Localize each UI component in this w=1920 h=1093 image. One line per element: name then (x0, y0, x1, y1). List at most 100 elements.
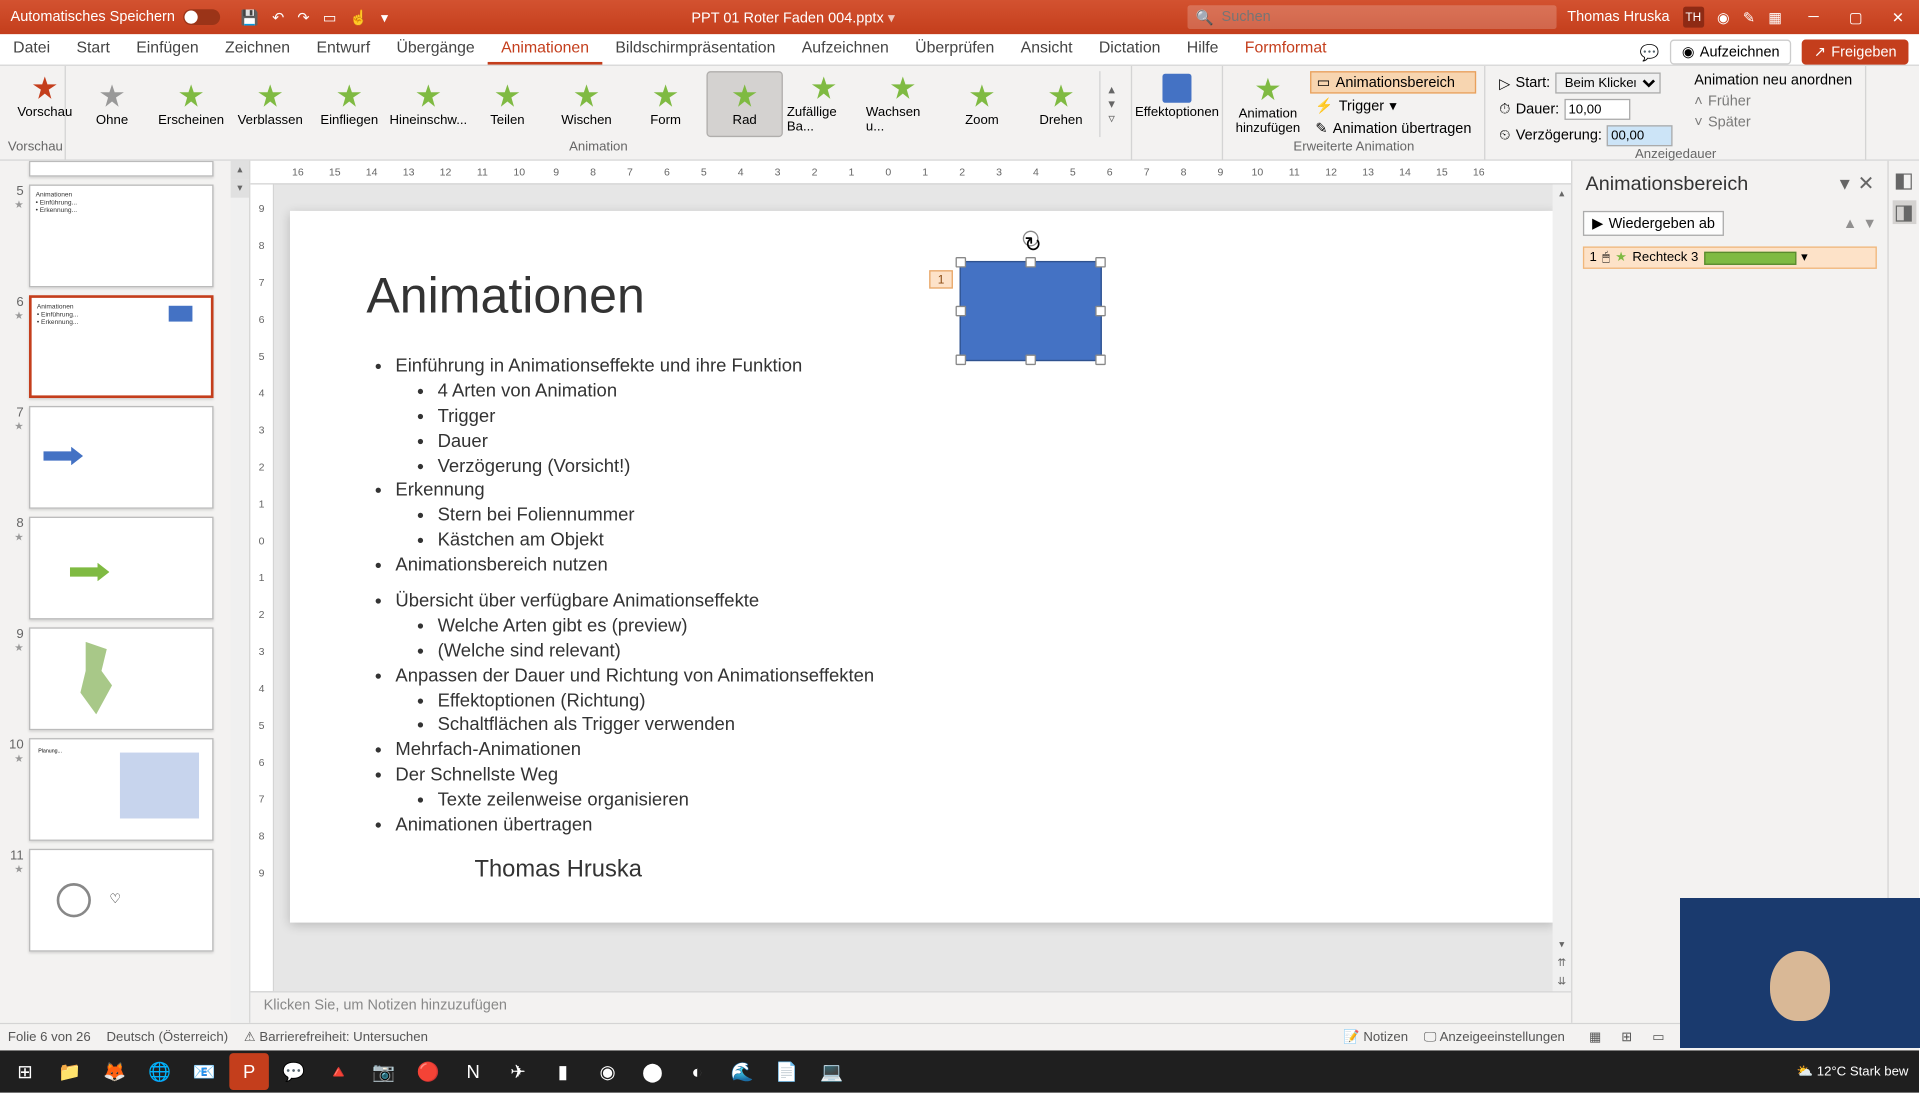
share-button[interactable]: ↗ Freigeben (1802, 40, 1908, 65)
canvas-scroll-down-icon[interactable]: ▾ (1553, 936, 1571, 954)
thumbnail-scrollbar[interactable]: ▴ ▾ (231, 161, 249, 1023)
slide-thumbnail-8[interactable] (29, 517, 214, 620)
resize-handle-w[interactable] (956, 306, 967, 317)
move-later-button[interactable]: ˅ Später (1689, 113, 1858, 131)
next-slide-icon[interactable]: ⇊ (1553, 973, 1571, 991)
slide-author[interactable]: Thomas Hruska (474, 855, 641, 883)
resize-handle-ne[interactable] (1095, 257, 1106, 268)
display-settings[interactable]: 🖵 Anzeigeeinstellungen (1424, 1030, 1565, 1044)
animation-list-item[interactable]: 1 🖱 ★ Rechteck 3 ▾ (1583, 246, 1877, 268)
animation-einfliegen[interactable]: Einfliegen (311, 71, 387, 137)
rectangle-shape[interactable]: 1 ↻ (960, 261, 1102, 361)
animation-wischen[interactable]: Wischen (548, 71, 624, 137)
tab-datei[interactable]: Datei (0, 33, 63, 65)
start-select[interactable]: Beim Klicken (1555, 72, 1660, 93)
redo-icon[interactable]: ↷ (297, 9, 309, 26)
slide-title[interactable]: Animationen (366, 269, 644, 326)
delay-input[interactable] (1607, 125, 1673, 146)
edge-icon[interactable]: 🌊 (722, 1053, 762, 1090)
item-menu-icon[interactable]: ▾ (1801, 250, 1808, 264)
comments-icon[interactable]: 💬 (1640, 43, 1660, 61)
slide-body[interactable]: Einführung in Animationseffekte und ihre… (369, 353, 874, 837)
user-avatar[interactable]: TH (1683, 7, 1704, 28)
draw-icon[interactable]: ✎ (1743, 9, 1755, 26)
gallery-more-button[interactable]: ▴▾▿ (1099, 71, 1123, 137)
animation-teilen[interactable]: Teilen (469, 71, 545, 137)
resize-handle-nw[interactable] (956, 257, 967, 268)
app-icon-7[interactable]: 📄 (767, 1053, 807, 1090)
animation-rad[interactable]: Rad (706, 71, 782, 137)
tab-entwurf[interactable]: Entwurf (303, 33, 383, 65)
normal-view-icon[interactable]: ▦ (1581, 1027, 1610, 1048)
slide-thumbnail-partial[interactable] (29, 161, 214, 177)
tab-hilfe[interactable]: Hilfe (1174, 33, 1232, 65)
animation-tag[interactable]: 1 (929, 270, 953, 288)
reading-view-icon[interactable]: ▭ (1644, 1027, 1673, 1048)
tab-überprüfen[interactable]: Überprüfen (902, 33, 1008, 65)
slide-counter[interactable]: Folie 6 von 26 (8, 1030, 91, 1044)
sorter-view-icon[interactable]: ⊞ (1612, 1027, 1641, 1048)
app-icon-1[interactable]: 💬 (274, 1053, 314, 1090)
resize-handle-s[interactable] (1025, 355, 1036, 366)
app-icon-6[interactable]: ◐ (677, 1053, 717, 1090)
animation-hineinschw[interactable]: Hineinschw... (390, 71, 466, 137)
trigger-button[interactable]: ⚡ Trigger ▾ (1310, 96, 1477, 116)
animation-painter-button[interactable]: ✎ Animation übertragen (1310, 119, 1477, 139)
notes-field[interactable]: Klicken Sie, um Notizen hinzuzufügen (250, 991, 1571, 1023)
pane-dropdown-icon[interactable]: ▾ (1840, 171, 1850, 195)
search-box[interactable]: 🔍 (1188, 5, 1557, 29)
app-icon-4[interactable]: ▮ (543, 1053, 583, 1090)
notes-toggle[interactable]: 📝 Notizen (1343, 1030, 1408, 1044)
move-down-icon[interactable]: ▼ (1862, 215, 1876, 231)
scroll-down-icon[interactable]: ▾ (231, 179, 249, 197)
tab-formformat[interactable]: Formformat (1232, 33, 1340, 65)
qat-more-icon[interactable]: ▾ (381, 9, 388, 26)
present-live-icon[interactable]: ▦ (1768, 9, 1782, 26)
weather-widget[interactable]: ⛅ 12°C Stark bew (1797, 1064, 1909, 1078)
powerpoint-icon[interactable]: P (229, 1053, 269, 1090)
prev-slide-icon[interactable]: ⇈ (1553, 954, 1571, 972)
play-from-button[interactable]: ▶ Wiedergeben ab (1583, 211, 1724, 236)
tab-start[interactable]: Start (63, 33, 123, 65)
animation-zuflligeba[interactable]: Zufällige Ba... (786, 71, 862, 137)
tab-zeichnen[interactable]: Zeichnen (212, 33, 303, 65)
app-icon-2[interactable]: 📷 (364, 1053, 404, 1090)
move-earlier-button[interactable]: ˄ Früher (1689, 92, 1858, 110)
animation-form[interactable]: Form (627, 71, 703, 137)
tab-dictation[interactable]: Dictation (1086, 33, 1174, 65)
outlook-icon[interactable]: 📧 (185, 1053, 225, 1090)
animation-verblassen[interactable]: Verblassen (232, 71, 308, 137)
undo-icon[interactable]: ↶ (272, 9, 284, 26)
search-input[interactable] (1222, 9, 1549, 25)
slide-thumbnail-6[interactable]: Animationen• Einführung...• Erkennung... (29, 295, 214, 398)
duration-input[interactable] (1565, 99, 1631, 120)
animation-ohne[interactable]: Ohne (74, 71, 150, 137)
move-up-icon[interactable]: ▲ (1843, 215, 1857, 231)
animation-pane-toggle[interactable]: ▭ Animationsbereich (1310, 71, 1477, 93)
tab-einfügen[interactable]: Einfügen (123, 33, 212, 65)
resize-handle-sw[interactable] (956, 355, 967, 366)
language-status[interactable]: Deutsch (Österreich) (107, 1030, 229, 1044)
animation-zoom[interactable]: Zoom (944, 71, 1020, 137)
app-icon-5[interactable]: ⬤ (633, 1053, 673, 1090)
firefox-icon[interactable]: 🦊 (95, 1053, 135, 1090)
obs-icon[interactable]: ◉ (588, 1053, 628, 1090)
minimize-button[interactable]: ─ (1792, 0, 1834, 34)
canvas-scroll-up-icon[interactable]: ▴ (1553, 185, 1571, 203)
slide-thumbnail-5[interactable]: Animationen• Einführung...• Erkennung... (29, 185, 214, 288)
side-tool-1[interactable]: ◧ (1892, 169, 1916, 193)
resize-handle-e[interactable] (1095, 306, 1106, 317)
tab-bildschirmpräsentation[interactable]: Bildschirmpräsentation (602, 33, 788, 65)
slide-canvas[interactable]: Animationen Einführung in Animationseffe… (290, 211, 1555, 923)
side-tool-2[interactable]: ◨ (1892, 200, 1916, 224)
slide-thumbnail-9[interactable] (29, 627, 214, 730)
pane-close-icon[interactable]: ✕ (1858, 171, 1875, 195)
slide-thumbnail-11[interactable]: ♡ (29, 849, 214, 952)
slide-thumbnail-7[interactable] (29, 406, 214, 509)
canvas-scrollbar[interactable]: ▴ ▾ ⇈ ⇊ (1553, 185, 1571, 992)
tab-ansicht[interactable]: Ansicht (1007, 33, 1085, 65)
app-icon-8[interactable]: 💻 (812, 1053, 852, 1090)
webex-icon[interactable]: ◉ (1717, 9, 1730, 26)
tab-übergänge[interactable]: Übergänge (383, 33, 488, 65)
autosave-toggle[interactable]: Automatisches Speichern (0, 9, 230, 25)
